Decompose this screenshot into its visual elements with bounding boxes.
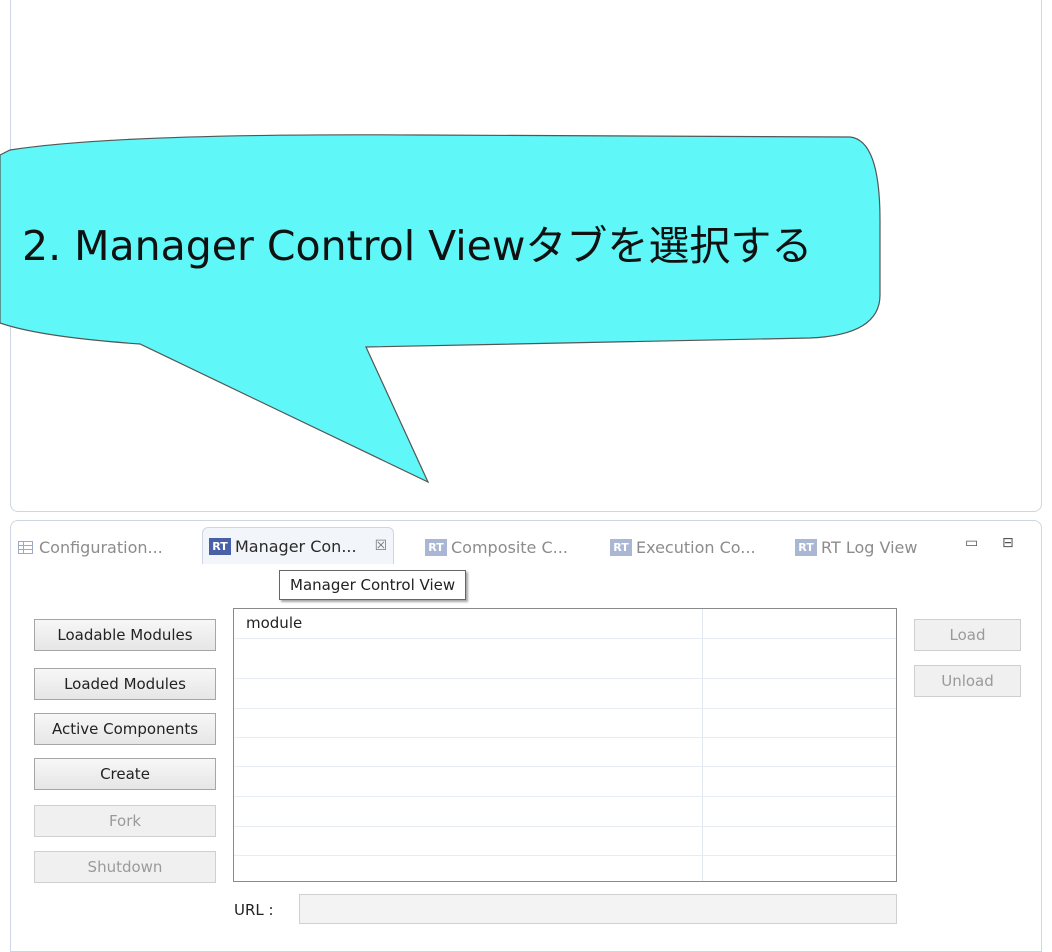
minimize-icon[interactable]: ▭ (965, 535, 978, 551)
table-row[interactable] (234, 708, 896, 738)
table-row[interactable] (234, 767, 896, 797)
shutdown-button[interactable]: Shutdown (34, 851, 216, 883)
table-row[interactable] (234, 649, 896, 679)
table-row[interactable] (234, 826, 896, 856)
tab-label: Execution Co... (636, 537, 756, 557)
url-input[interactable] (299, 894, 897, 924)
tab-configuration[interactable]: Configuration... (18, 533, 163, 561)
table-icon (18, 540, 33, 554)
table-header-module: module (246, 614, 303, 632)
rt-icon: RT (795, 538, 817, 556)
tab-rt-log-view[interactable]: RT RT Log View (795, 533, 917, 561)
active-components-button[interactable]: Active Components (34, 713, 216, 745)
unload-button[interactable]: Unload (914, 665, 1021, 697)
tab-label: RT Log View (821, 537, 918, 557)
close-icon[interactable]: ☒ (375, 538, 388, 554)
tab-composite[interactable]: RT Composite C... (425, 533, 568, 561)
callout-text: 2. Manager Control Viewタブを選択する (22, 222, 813, 270)
view-tab-bar: Configuration... RT Manager Con... ☒ RT … (10, 523, 1040, 567)
loadable-modules-button[interactable]: Loadable Modules (34, 619, 216, 651)
table-row[interactable] (234, 797, 896, 827)
tab-label: Configuration... (39, 537, 163, 557)
loaded-modules-button[interactable]: Loaded Modules (34, 668, 216, 700)
url-label: URL : (234, 901, 274, 919)
rt-icon: RT (209, 537, 231, 555)
tab-manager-control[interactable]: RT Manager Con... ☒ (202, 527, 395, 564)
tab-label: Composite C... (451, 537, 568, 557)
table-row[interactable] (234, 679, 896, 709)
maximize-icon[interactable]: ⊟ (1002, 535, 1014, 551)
load-button[interactable]: Load (914, 619, 1021, 651)
tab-label: Manager Con... (235, 536, 357, 556)
fork-button[interactable]: Fork (34, 805, 216, 837)
table-header-row[interactable]: module (234, 609, 896, 639)
rt-icon: RT (425, 538, 447, 556)
tab-execution[interactable]: RT Execution Co... (610, 533, 756, 561)
tab-tooltip: Manager Control View (279, 570, 467, 600)
table-row[interactable] (234, 737, 896, 767)
create-button[interactable]: Create (34, 758, 216, 790)
rt-icon: RT (610, 538, 632, 556)
module-table[interactable]: module (233, 608, 897, 882)
